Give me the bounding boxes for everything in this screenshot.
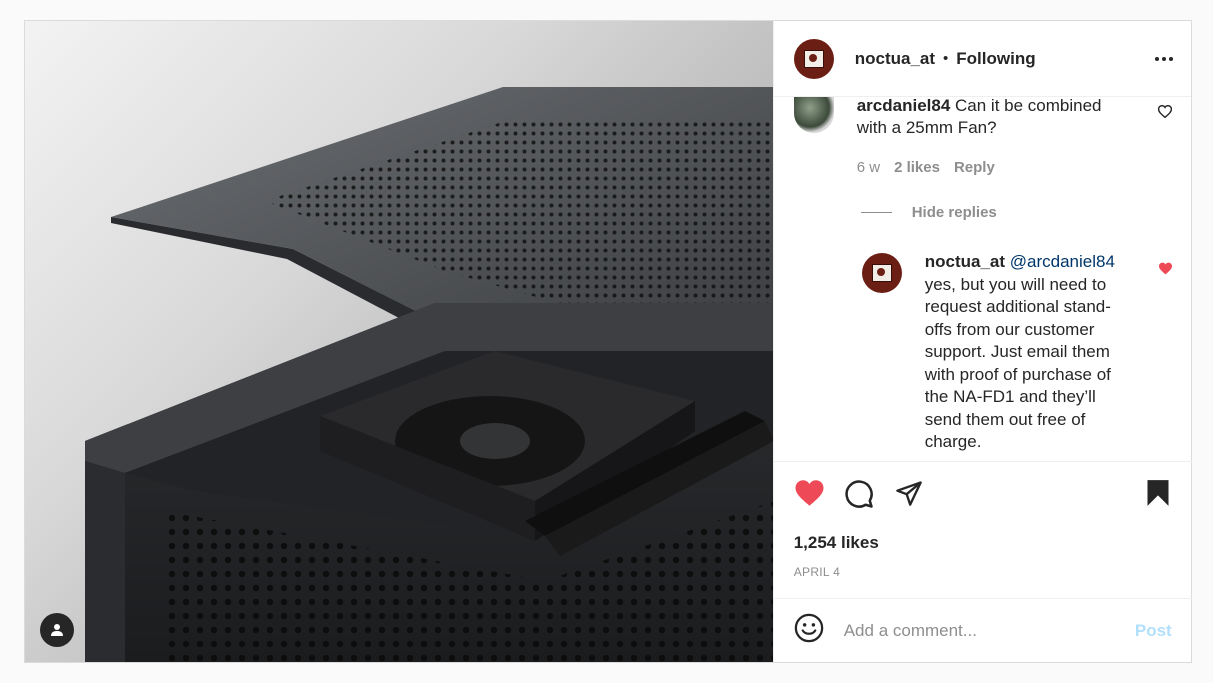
like-button[interactable] [794,479,825,512]
action-bar [794,479,1172,513]
post-header: noctua_at • Following [773,21,1191,97]
comment-reply-button[interactable]: Reply [954,159,995,176]
share-button[interactable] [895,479,923,512]
post-actions: 1,254 likes APRIL 4 [773,461,1192,579]
follow-status-button[interactable]: Following [956,49,1035,69]
comment-meta: 6 w 2 likes Reply [857,159,995,176]
comment-button[interactable] [844,479,874,514]
commenter-avatar[interactable] [793,97,834,133]
bookmark-filled-icon [1147,480,1169,506]
save-button[interactable] [1146,479,1170,512]
pc-case-photo [85,87,773,662]
post-date[interactable]: APRIL 4 [794,565,840,579]
comment-input[interactable] [841,619,1116,642]
emoji-button[interactable] [794,613,824,648]
hide-replies-button[interactable]: Hide replies [860,204,997,221]
comment-likes[interactable]: 2 likes [894,159,940,176]
comments-list[interactable]: arcdaniel84 Can it be combined with a 25… [774,97,1192,461]
share-icon [895,481,922,506]
post-image[interactable] [25,21,773,662]
hide-replies-label: Hide replies [911,204,997,221]
reply-author-avatar[interactable] [861,253,902,293]
reply-item: noctua_at @arcdaniel84 yes, but you will… [925,251,1130,454]
heart-filled-icon [795,480,824,506]
comment-like-button[interactable] [1157,104,1172,123]
heart-filled-icon [1158,262,1172,275]
reply-username[interactable]: noctua_at [925,252,1005,271]
post-likes-count[interactable]: 1,254 likes [794,533,879,553]
reply-like-button[interactable] [1158,262,1173,280]
reply-mention[interactable]: @arcdaniel84 [1010,252,1115,271]
post-comment-button[interactable]: Post [1135,621,1172,641]
comment-item: arcdaniel84 Can it be combined with a 25… [857,97,1127,139]
comment-icon [845,480,873,508]
emoji-icon [794,613,823,643]
reply-text: yes, but you will need to request additi… [924,274,1111,452]
user-tag-icon [51,624,63,636]
more-icon [1155,56,1159,61]
add-comment-bar: Post [773,598,1192,662]
post-sidebar: noctua_at • Following arcdaniel84 Can it… [772,21,1192,662]
post-container: noctua_at • Following arcdaniel84 Can it… [24,20,1192,663]
author-username[interactable]: noctua_at [855,49,935,69]
more-options-button[interactable] [1155,56,1173,61]
hide-replies-line [860,212,892,213]
comment-time: 6 w [856,159,881,176]
author-avatar[interactable] [793,38,834,79]
heart-outline-icon [1157,104,1172,119]
header-separator: • [943,50,949,67]
user-tag-button[interactable] [40,613,74,647]
comment-username[interactable]: arcdaniel84 [857,97,951,115]
